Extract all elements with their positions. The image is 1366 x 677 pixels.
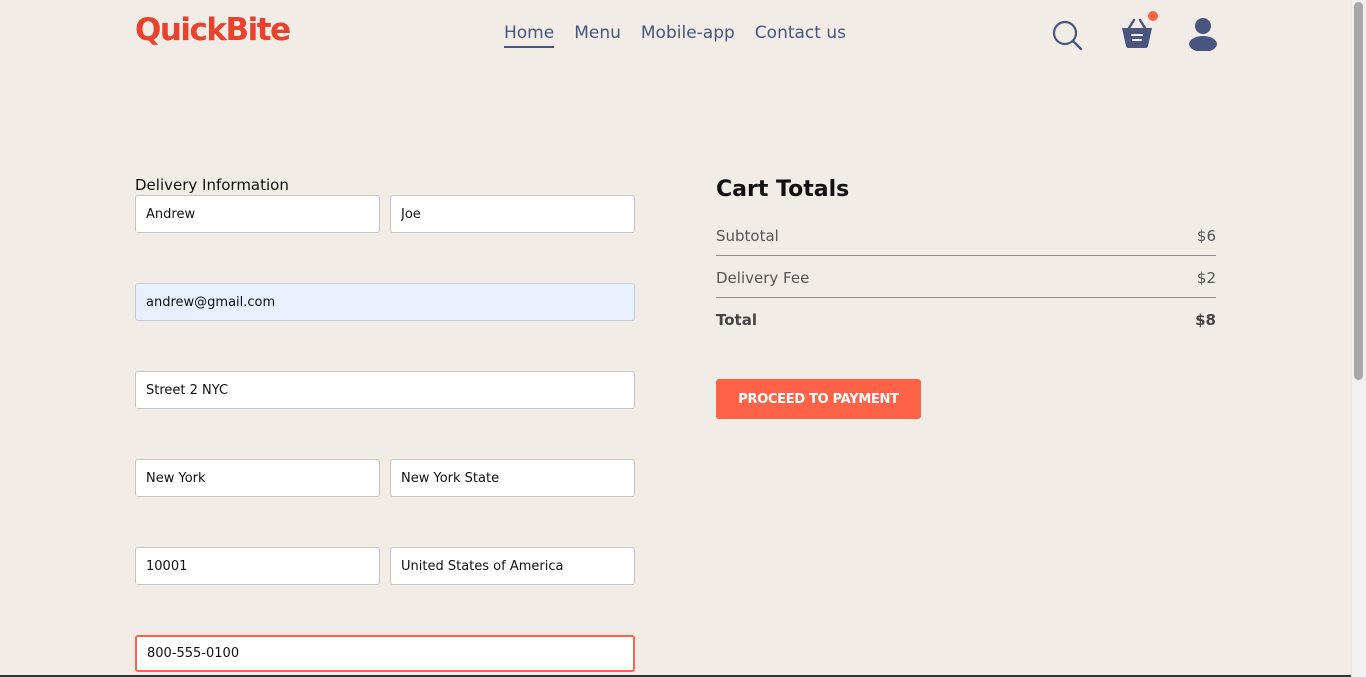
delivery-fee-label: Delivery Fee — [716, 269, 810, 287]
total-row: Total $8 — [716, 311, 1216, 329]
proceed-to-payment-button[interactable]: PROCEED TO PAYMENT — [716, 379, 921, 419]
zip-input[interactable] — [135, 547, 380, 585]
delivery-fee-row: Delivery Fee $2 — [716, 269, 1216, 287]
divider — [716, 297, 1216, 298]
profile-icon[interactable] — [1188, 17, 1218, 51]
first-name-input[interactable] — [135, 195, 380, 233]
search-icon[interactable] — [1052, 20, 1082, 50]
state-input[interactable] — [390, 459, 635, 497]
basket-icon[interactable] — [1120, 16, 1154, 50]
email-input[interactable] — [135, 283, 635, 321]
nav-mobile-app[interactable]: Mobile-app — [641, 23, 735, 48]
scrollbar[interactable] — [1351, 0, 1366, 677]
total-label: Total — [716, 311, 757, 329]
subtotal-value: $6 — [1196, 227, 1216, 245]
cart-notification-dot — [1148, 11, 1158, 21]
nav-contact-us[interactable]: Contact us — [755, 23, 846, 48]
total-value: $8 — [1195, 311, 1216, 329]
checkout-page: QuickBite Home Menu Mobile-app Contact u… — [0, 0, 1366, 677]
country-input[interactable] — [390, 547, 635, 585]
last-name-input[interactable] — [390, 195, 635, 233]
nav-home[interactable]: Home — [504, 23, 555, 48]
street-input[interactable] — [135, 371, 635, 409]
nav-menu[interactable]: Menu — [574, 23, 621, 48]
subtotal-label: Subtotal — [716, 227, 779, 245]
subtotal-row: Subtotal $6 — [716, 227, 1216, 245]
logo[interactable]: QuickBite — [135, 12, 291, 48]
cart-totals-title: Cart Totals — [716, 177, 850, 202]
divider — [716, 255, 1216, 256]
main-nav: Home Menu Mobile-app Contact us — [504, 23, 846, 48]
scrollbar-thumb[interactable] — [1354, 2, 1363, 380]
city-input[interactable] — [135, 459, 380, 497]
delivery-fee-value: $2 — [1196, 269, 1216, 287]
delivery-info-title: Delivery Information — [135, 176, 289, 194]
phone-input[interactable] — [135, 635, 635, 672]
